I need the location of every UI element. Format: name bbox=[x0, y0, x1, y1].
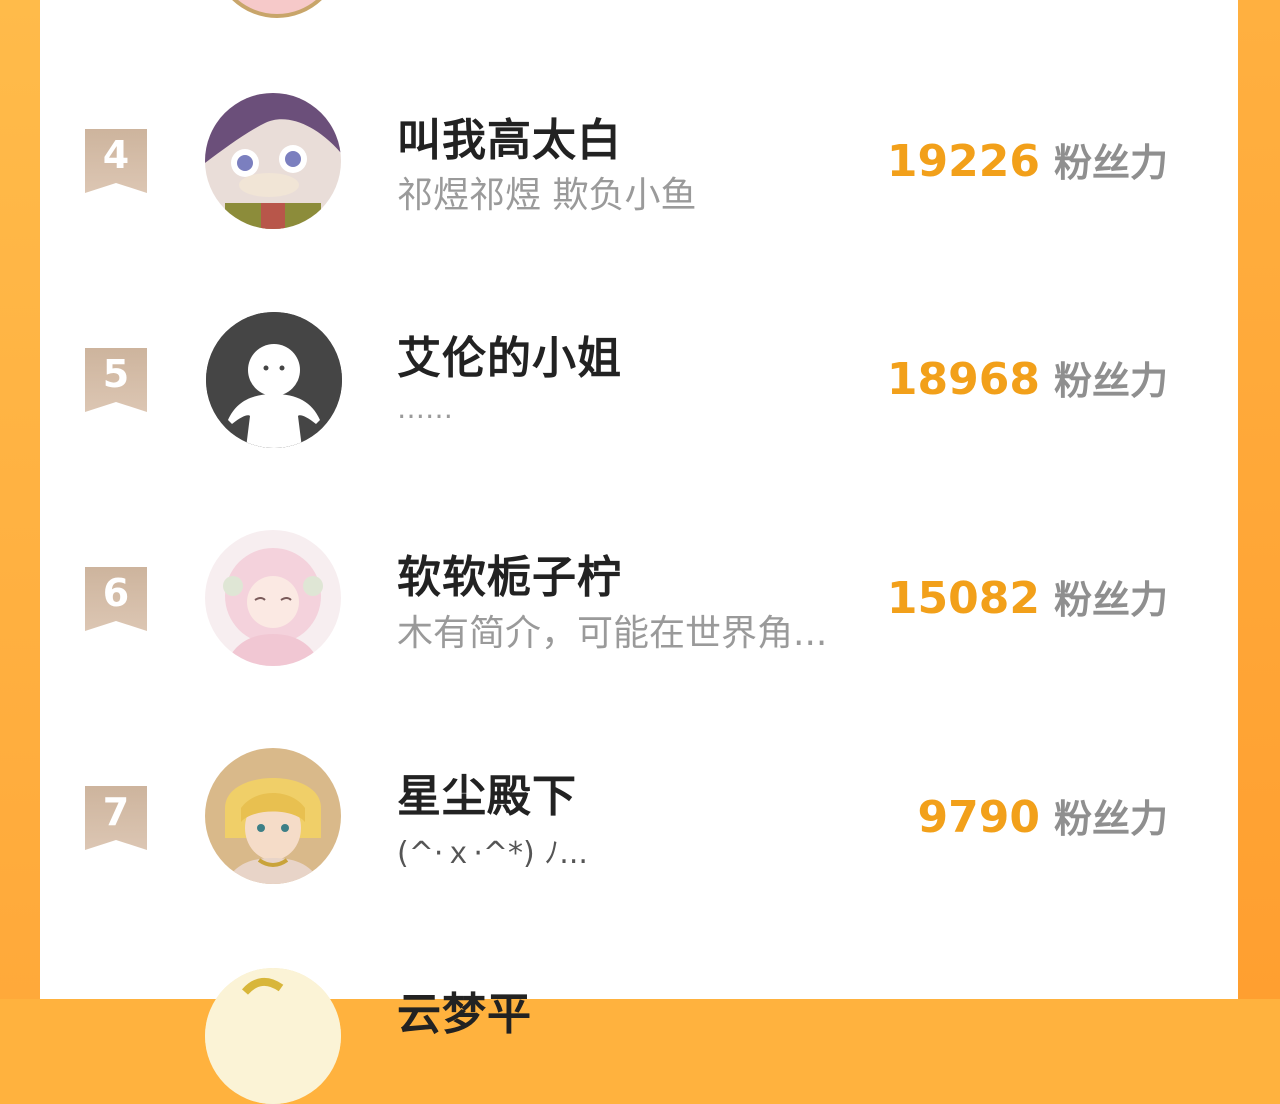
avatar-default[interactable] bbox=[206, 312, 342, 448]
fan-score-unit: 粉丝力 bbox=[1053, 359, 1168, 403]
avatar-partial-bottom[interactable] bbox=[205, 968, 341, 1104]
fan-score: 19226 粉丝力 bbox=[887, 132, 1168, 187]
fan-score-value: 15082 bbox=[886, 573, 1040, 624]
fan-score-unit: 粉丝力 bbox=[1053, 578, 1168, 622]
rank-number: 4 bbox=[102, 133, 130, 177]
rank-badge: 6 bbox=[85, 567, 147, 631]
avatar[interactable] bbox=[205, 93, 341, 229]
rank-badge: 5 bbox=[85, 348, 147, 412]
user-bio: 木有简介，可能在世界角... bbox=[397, 613, 828, 654]
rank-badge: 7 bbox=[85, 786, 147, 850]
user-bio: (^·ｘ·^*) ﾉ... bbox=[397, 836, 588, 871]
right-frame bbox=[1238, 0, 1280, 999]
rank-number: 7 bbox=[102, 790, 130, 834]
rank-number: 5 bbox=[102, 352, 130, 396]
fan-score: 18968 粉丝力 bbox=[887, 350, 1168, 405]
fan-score-unit: 粉丝力 bbox=[1053, 797, 1168, 841]
fan-score-value: 19226 bbox=[886, 136, 1040, 187]
rank-number: 6 bbox=[102, 571, 130, 615]
anime-boy-avatar-icon bbox=[205, 748, 341, 884]
username[interactable]: 星尘殿下 bbox=[397, 760, 577, 824]
rank-badge: 4 bbox=[85, 129, 147, 193]
avatar[interactable] bbox=[205, 530, 341, 666]
fan-score: 9790 粉丝力 bbox=[918, 788, 1168, 843]
avatar-icon bbox=[205, 968, 341, 1104]
anime-avatar-icon bbox=[205, 93, 341, 229]
username[interactable]: 艾伦的小姐 bbox=[397, 322, 622, 386]
user-bio: 祁煜祁煜 欺负小鱼 bbox=[397, 175, 697, 216]
username[interactable]: 软软栀子柠 bbox=[397, 541, 622, 605]
left-frame bbox=[0, 0, 40, 999]
default-user-icon bbox=[206, 312, 342, 448]
anime-girl-avatar-icon bbox=[205, 530, 341, 666]
fan-score-value: 18968 bbox=[886, 354, 1040, 405]
avatar[interactable] bbox=[205, 748, 341, 884]
username[interactable]: 云梦平 bbox=[397, 978, 532, 1042]
user-bio: …… bbox=[397, 392, 453, 425]
fan-score-unit: 粉丝力 bbox=[1053, 141, 1168, 185]
fan-score-value: 9790 bbox=[917, 792, 1040, 843]
username[interactable]: 叫我高太白 bbox=[397, 104, 622, 168]
fan-score: 15082 粉丝力 bbox=[887, 569, 1168, 624]
